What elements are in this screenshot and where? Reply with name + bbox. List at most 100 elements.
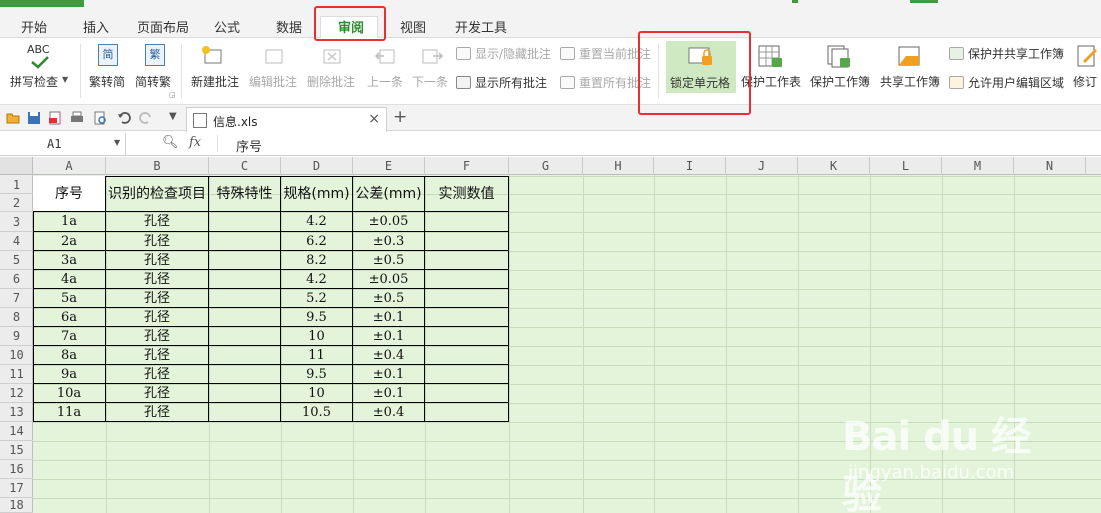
allow-users-edit-button[interactable]: 允许用户编辑区域 [949,74,1064,91]
row-header[interactable]: 17 [0,479,33,498]
table-cell[interactable] [425,327,509,346]
print-preview-icon[interactable] [93,111,107,125]
tab-insert[interactable]: 插入 [83,17,109,36]
row-header[interactable]: 4 [0,232,33,251]
fx-icon[interactable]: fx [189,135,201,150]
table-cell[interactable]: 9a [33,365,106,384]
table-cell[interactable]: ±0.05 [353,270,425,289]
row-header[interactable]: 15 [0,441,33,460]
table-cell[interactable] [209,251,281,270]
table-cell[interactable]: 10a [33,384,106,403]
formula-input[interactable]: 序号 [236,136,262,155]
table-cell[interactable]: 孔径 [106,289,209,308]
table-cell[interactable] [425,384,509,403]
table-cell[interactable] [209,270,281,289]
table-cell[interactable]: 10 [281,327,353,346]
table-cell[interactable]: 9.5 [281,365,353,384]
table-cell[interactable]: ±0.3 [353,232,425,251]
table-cell[interactable] [425,270,509,289]
table-cell[interactable]: 5.2 [281,289,353,308]
document-tab[interactable]: 信息.xls × [186,107,387,132]
column-header[interactable]: N [1014,157,1086,175]
table-cell[interactable]: ±0.5 [353,251,425,270]
close-icon[interactable]: × [368,111,380,127]
table-cell[interactable] [209,365,281,384]
table-cell[interactable] [209,232,281,251]
tab-developer[interactable]: 开发工具 [455,17,507,36]
table-cell[interactable]: 9.5 [281,308,353,327]
table-cell[interactable] [425,365,509,384]
column-header[interactable]: A [33,157,106,175]
table-cell[interactable]: 孔径 [106,270,209,289]
table-header-cell[interactable]: 特殊特性 [209,176,281,212]
table-cell[interactable]: ±0.4 [353,403,425,422]
dialog-launcher-icon[interactable]: ◲ [169,91,176,99]
table-cell[interactable]: 孔径 [106,212,209,232]
table-cell[interactable] [425,308,509,327]
table-cell[interactable]: 4.2 [281,212,353,232]
row-header[interactable]: 10 [0,346,33,365]
customize-toolbar-icon[interactable]: ▼ [169,111,177,122]
open-folder-icon[interactable] [6,111,20,125]
table-cell[interactable]: 孔径 [106,346,209,365]
show-all-comments-button[interactable]: 显示所有批注 [456,74,547,91]
row-header[interactable]: 5 [0,251,33,270]
table-cell[interactable]: ±0.5 [353,289,425,308]
undo-icon[interactable] [117,111,131,125]
table-cell[interactable] [425,251,509,270]
table-cell[interactable] [209,384,281,403]
table-cell[interactable] [209,346,281,365]
tab-page-layout[interactable]: 页面布局 [137,17,189,36]
table-cell[interactable]: ±0.1 [353,308,425,327]
table-cell[interactable] [425,212,509,232]
row-header[interactable]: 7 [0,289,33,308]
table-header-cell[interactable]: 序号 [33,176,106,212]
table-cell[interactable]: 8a [33,346,106,365]
table-cell[interactable]: 10 [281,384,353,403]
column-header[interactable]: L [870,157,942,175]
redo-icon[interactable] [139,111,153,125]
table-cell[interactable] [209,327,281,346]
row-header[interactable]: 13 [0,403,33,422]
row-header[interactable]: 11 [0,365,33,384]
tab-home[interactable]: 开始 [21,17,47,36]
table-cell[interactable] [425,289,509,308]
tab-formulas[interactable]: 公式 [214,17,240,36]
table-cell[interactable]: 4a [33,270,106,289]
protect-and-share-button[interactable]: 保护并共享工作簿 [949,45,1064,62]
table-cell[interactable]: 孔径 [106,308,209,327]
chevron-down-icon[interactable]: ▼ [114,138,120,147]
name-box[interactable]: A1 ▼ [0,133,126,155]
table-cell[interactable]: 孔径 [106,365,209,384]
column-header[interactable]: E [353,157,425,175]
column-header[interactable]: M [942,157,1014,175]
table-cell[interactable] [425,232,509,251]
tab-data[interactable]: 数据 [276,17,302,36]
table-cell[interactable]: 孔径 [106,251,209,270]
column-header[interactable]: K [798,157,870,175]
table-cell[interactable]: 孔径 [106,232,209,251]
table-header-cell[interactable]: 规格(mm) [281,176,353,212]
column-header[interactable]: J [726,157,798,175]
table-cell[interactable]: 孔径 [106,403,209,422]
table-header-cell[interactable]: 识别的检查项目 [106,176,209,212]
row-header[interactable]: 9 [0,327,33,346]
export-pdf-icon[interactable] [48,111,62,125]
table-header-cell[interactable]: 公差(mm) [353,176,425,212]
table-cell[interactable] [209,289,281,308]
column-header[interactable]: I [654,157,726,175]
table-cell[interactable]: ±0.1 [353,365,425,384]
tab-view[interactable]: 视图 [400,17,426,36]
table-cell[interactable]: 6.2 [281,232,353,251]
column-header[interactable]: D [281,157,353,175]
row-header[interactable]: 6 [0,270,33,289]
print-icon[interactable] [70,111,84,125]
row-header[interactable]: 18 [0,498,33,513]
table-cell[interactable]: ±0.05 [353,212,425,232]
table-cell[interactable]: 孔径 [106,384,209,403]
row-header[interactable]: 12 [0,384,33,403]
column-header[interactable]: B [106,157,209,175]
table-cell[interactable]: 10.5 [281,403,353,422]
table-cell[interactable] [209,212,281,232]
row-header[interactable]: 1 [0,176,33,194]
